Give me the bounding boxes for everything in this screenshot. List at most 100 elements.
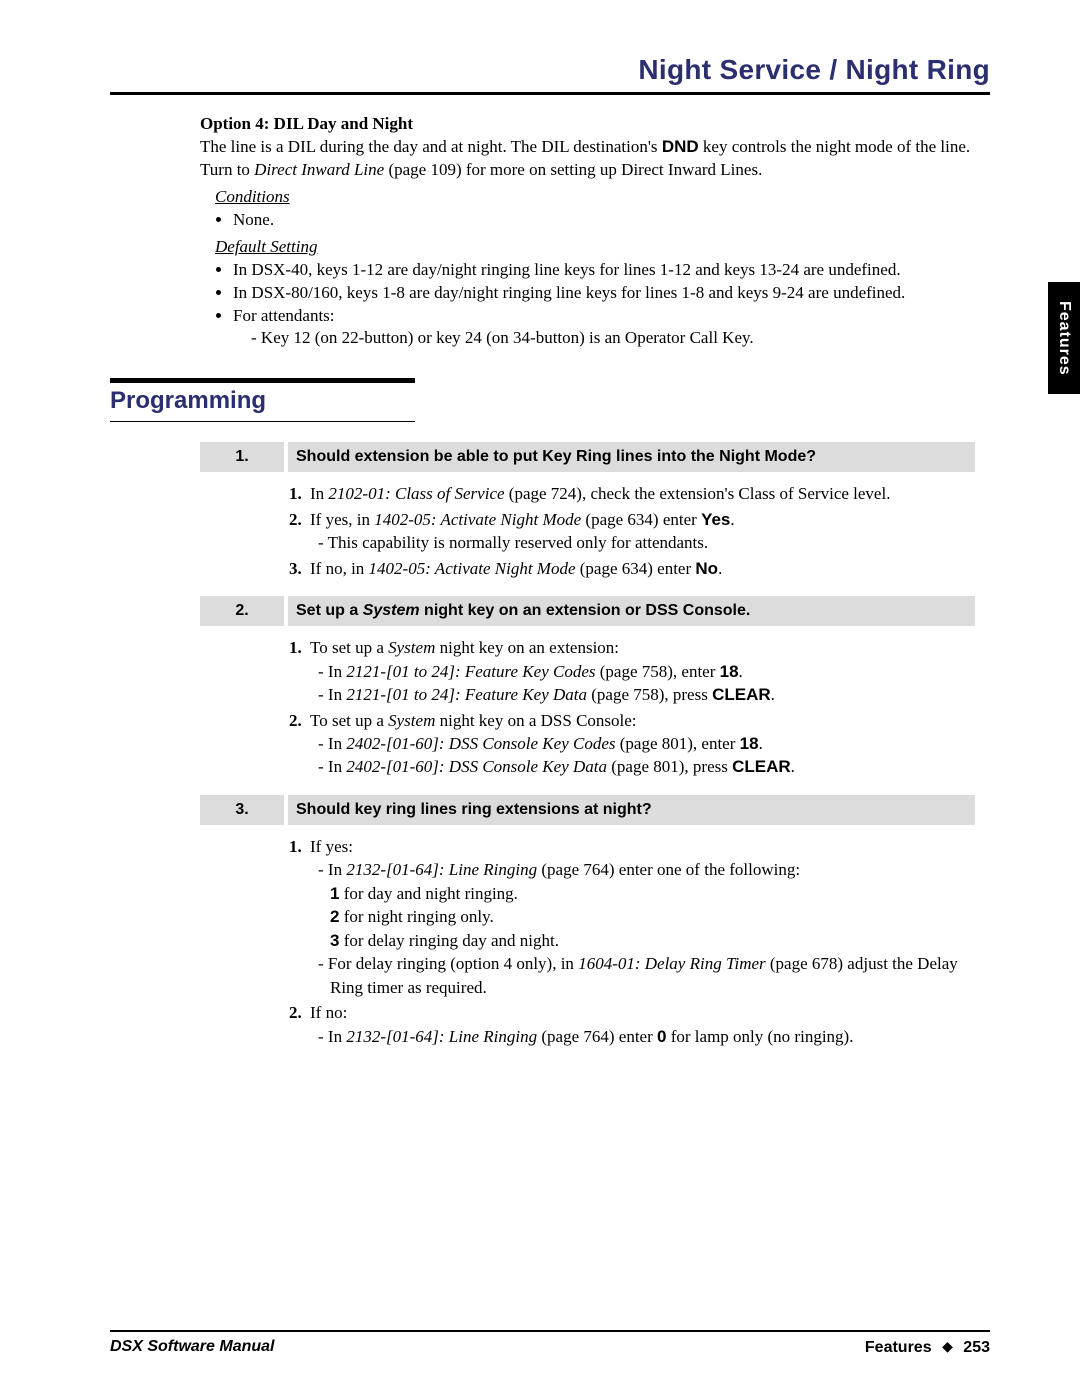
sub-list: In 2132-[01-64]: Line Ringing (page 764)… xyxy=(318,1025,986,1048)
text: (page 758), press xyxy=(587,685,712,704)
step-title: Should key ring lines ring extensions at… xyxy=(286,795,975,825)
sub-item: In 2132-[01-64]: Line Ringing (page 764)… xyxy=(330,1025,986,1048)
option4-heading: Option 4: DIL Day and Night xyxy=(200,113,990,136)
text: (page 801), press xyxy=(607,757,732,776)
header-rule xyxy=(110,92,990,95)
conditions-block: Conditions None. Default Setting In DSX-… xyxy=(215,186,990,351)
default-item: In DSX-80/160, keys 1-8 are day/night ri… xyxy=(233,282,990,305)
text: To set up a xyxy=(310,711,388,730)
ref: 1402-05: Activate Night Mode xyxy=(374,510,581,529)
default-setting-list: In DSX-40, keys 1-12 are day/night ringi… xyxy=(233,259,990,351)
text: (page 634) enter xyxy=(576,559,696,578)
ref: 2132-[01-64]: Line Ringing xyxy=(346,860,537,879)
text: night key on a DSS Console: xyxy=(435,711,636,730)
text: night key on an extension or DSS Console… xyxy=(420,602,751,619)
default-setting-label: Default Setting xyxy=(215,236,990,259)
text: If no: xyxy=(310,1003,347,1022)
step-item: In 2102-01: Class of Service (page 724),… xyxy=(306,482,986,505)
text: In xyxy=(310,484,328,503)
text: . xyxy=(718,559,722,578)
option4-paragraph: The line is a DIL during the day and at … xyxy=(200,136,990,182)
text: for day and night ringing. xyxy=(339,884,517,903)
condition-item: None. xyxy=(233,209,990,232)
ref: 2102-01: Class of Service xyxy=(328,484,504,503)
step-1: 1. Should extension be able to put Key R… xyxy=(198,442,990,1048)
text: For attendants: xyxy=(233,306,335,325)
default-item: For attendants: - Key 12 (on 22-button) … xyxy=(233,305,990,351)
sub-item: In 2402-[01-60]: DSS Console Key Data (p… xyxy=(330,755,986,778)
text: If yes: xyxy=(310,837,353,856)
text: (page 801), enter xyxy=(616,734,740,753)
side-tab-features: Features xyxy=(1048,282,1080,394)
value: 18 xyxy=(740,734,759,753)
text: . xyxy=(791,757,795,776)
footer-section-label: Features xyxy=(865,1339,932,1356)
text: . xyxy=(739,662,743,681)
sub-item: In 2121-[01 to 24]: Feature Key Codes (p… xyxy=(330,660,986,683)
step-header: 1. Should extension be able to put Key R… xyxy=(200,442,975,472)
text-italic: System xyxy=(388,638,435,657)
text: (page 724), check the extension's Class … xyxy=(505,484,891,503)
value: 18 xyxy=(720,662,739,681)
value: CLEAR xyxy=(712,685,771,704)
programming-section-bar: Programming xyxy=(110,378,990,422)
footer-rule xyxy=(110,1330,990,1332)
ref: 2402-[01-60]: DSS Console Key Codes xyxy=(346,734,615,753)
text-italic: System xyxy=(363,602,420,619)
step-item: If no: In 2132-[01-64]: Line Ringing (pa… xyxy=(306,1001,986,1048)
text: In xyxy=(328,1027,346,1046)
dnd-key: DND xyxy=(662,137,699,156)
step-item: If yes: In 2132-[01-64]: Line Ringing (p… xyxy=(306,835,986,999)
footer: DSX Software Manual Features ◆ 253 xyxy=(110,1330,990,1357)
value-yes: Yes xyxy=(701,510,730,529)
sub-item: This capability is normally reserved onl… xyxy=(330,531,986,554)
text: For delay ringing (option 4 only), in xyxy=(328,954,578,973)
text: (page 764) enter one of the following: xyxy=(537,860,800,879)
text: In xyxy=(328,685,346,704)
default-item: In DSX-40, keys 1-12 are day/night ringi… xyxy=(233,259,990,282)
footer-page-number: 253 xyxy=(963,1339,990,1356)
conditions-list: None. xyxy=(233,209,990,232)
page-title: Night Service / Night Ring xyxy=(110,54,990,86)
text: night key on an extension: xyxy=(435,638,619,657)
value: CLEAR xyxy=(732,757,791,776)
sub-item: For delay ringing (option 4 only), in 16… xyxy=(330,952,986,999)
ref: 2132-[01-64]: Line Ringing xyxy=(346,1027,537,1046)
option-line: 1 for day and night ringing. xyxy=(330,882,986,905)
side-tab-label: Features xyxy=(1055,301,1073,376)
text: for delay ringing day and night. xyxy=(339,931,559,950)
option-line: 2 for night ringing only. xyxy=(330,905,986,928)
conditions-label: Conditions xyxy=(215,186,990,209)
programming-heading: Programming xyxy=(110,385,990,417)
text: . xyxy=(771,685,775,704)
step-item: To set up a System night key on an exten… xyxy=(306,636,986,706)
step-body: To set up a System night key on an exten… xyxy=(286,636,986,779)
step-number: 3. xyxy=(200,795,286,825)
rule-thick xyxy=(110,378,415,383)
text: In xyxy=(328,662,346,681)
text: (page 764) enter xyxy=(537,1027,657,1046)
step-header: 3. Should key ring lines ring extensions… xyxy=(200,795,975,825)
text: In xyxy=(328,860,346,879)
sub-list: In 2402-[01-60]: DSS Console Key Codes (… xyxy=(318,732,986,779)
step-body: If yes: In 2132-[01-64]: Line Ringing (p… xyxy=(286,835,986,1048)
ref: 1604-01: Delay Ring Timer xyxy=(578,954,765,973)
text: (page 634) enter xyxy=(581,510,701,529)
text: for night ringing only. xyxy=(339,907,493,926)
text: This capability is normally reserved onl… xyxy=(328,533,709,552)
value-no: No xyxy=(695,559,718,578)
text: The line is a DIL during the day and at … xyxy=(200,137,662,156)
text: In xyxy=(328,757,346,776)
text: To set up a xyxy=(310,638,388,657)
text: . xyxy=(730,510,734,529)
sub-list: This capability is normally reserved onl… xyxy=(318,531,986,554)
text-italic: System xyxy=(388,711,435,730)
step-header: 2. Set up a System night key on an exten… xyxy=(200,596,975,626)
text: (page 109) for more on setting up Direct… xyxy=(384,160,762,179)
rule-thin xyxy=(110,421,415,422)
text: (page 758), enter xyxy=(595,662,719,681)
option-line: 3 for delay ringing day and night. xyxy=(330,929,986,952)
sub-item: In 2132-[01-64]: Line Ringing (page 764)… xyxy=(330,858,986,881)
ref: 2121-[01 to 24]: Feature Key Data xyxy=(346,685,587,704)
sub-list: In 2121-[01 to 24]: Feature Key Codes (p… xyxy=(318,660,986,707)
